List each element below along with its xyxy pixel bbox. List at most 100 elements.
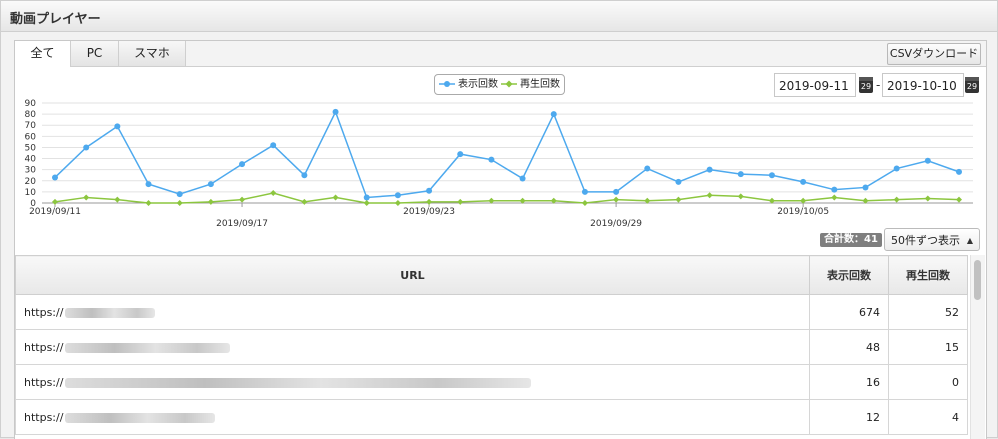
series-marker-icon: [439, 81, 455, 87]
data-point-plays: [363, 200, 370, 206]
data-point-plays: [956, 196, 962, 203]
data-point-plays: [706, 192, 713, 199]
data-point-plays: [924, 195, 931, 202]
url-text[interactable]: https://: [24, 341, 63, 354]
chart-legend: 表示回数 再生回数: [434, 74, 565, 95]
data-point-views: [301, 172, 308, 179]
views-cell: 48: [809, 329, 889, 365]
y-tick-label: 20: [25, 177, 37, 187]
redacted-url-path: [65, 307, 156, 318]
tab-pc[interactable]: PC: [71, 41, 119, 66]
url-text[interactable]: https://: [24, 306, 63, 319]
redacted-url-path: [65, 412, 216, 423]
data-point-views: [800, 178, 807, 185]
y-tick-label: 80: [25, 110, 37, 120]
y-tick-label: 50: [25, 143, 37, 153]
views-cell: 12: [809, 399, 889, 435]
data-point-views: [675, 178, 682, 185]
column-header-plays[interactable]: 再生回数: [888, 255, 968, 295]
column-header-views[interactable]: 表示回数: [809, 255, 889, 295]
data-point-views: [114, 123, 121, 130]
x-tick-label: 2019/09/29: [590, 219, 642, 227]
url-table: URL 表示回数 再生回数 https://674 52 https://48 15 h…: [15, 255, 968, 435]
data-point-plays: [176, 200, 183, 206]
legend-label-views: 表示回数: [458, 79, 498, 90]
data-point-plays: [426, 198, 433, 205]
data-point-views: [488, 156, 495, 163]
data-point-plays: [239, 196, 246, 203]
calendar-icon[interactable]: 29: [965, 77, 979, 93]
page-size-value: 50件ずつ表示: [891, 234, 960, 247]
data-point-views: [363, 194, 370, 201]
table-row[interactable]: https:// 16 0: [15, 364, 968, 400]
data-point-views: [52, 174, 58, 181]
table-row[interactable]: https:// 48 15: [15, 329, 968, 365]
page-size-select[interactable]: 50件ずつ表示 ▲: [884, 228, 980, 251]
data-point-views: [332, 108, 339, 115]
column-header-url[interactable]: URL: [15, 255, 810, 295]
calendar-icon-number: 29: [966, 82, 978, 91]
data-point-views: [426, 187, 433, 194]
data-point-plays: [332, 194, 339, 201]
data-point-views: [924, 157, 931, 164]
series-marker-icon: [501, 80, 517, 88]
plays-cell: 52: [888, 294, 968, 330]
url-cell[interactable]: https://: [15, 294, 810, 330]
data-point-plays: [737, 193, 744, 200]
data-point-views: [613, 188, 620, 195]
start-date-input[interactable]: 2019-09-11: [774, 73, 856, 97]
total-count-badge: 合計数：41: [820, 233, 882, 247]
select-arrows-icon: ▲: [966, 236, 973, 245]
x-tick-label: 2019/10/05: [777, 207, 829, 217]
url-text[interactable]: https://: [24, 376, 63, 389]
views-cell: 16: [809, 364, 889, 400]
series-line-plays: [54, 192, 960, 204]
calendar-icon[interactable]: 29: [859, 77, 873, 93]
data-point-plays: [145, 200, 152, 206]
url-cell[interactable]: https://: [15, 364, 810, 400]
data-point-plays: [831, 194, 838, 201]
video-player-panel: 動画プレイヤー 全て PC スマホ CSVダウンロード 表示回数 再生回数 20…: [0, 0, 998, 439]
data-point-plays: [83, 194, 90, 201]
y-tick-label: 70: [25, 121, 37, 131]
tab-all[interactable]: 全て: [15, 41, 71, 67]
date-separator: -: [876, 78, 881, 92]
report-content: 全て PC スマホ CSVダウンロード 表示回数 再生回数 2019-09-11…: [14, 40, 987, 439]
data-point-views: [956, 168, 962, 175]
data-point-views: [768, 172, 775, 179]
table-row[interactable]: https:// 674 52: [15, 294, 968, 330]
device-tab-bar: 全て PC スマホ CSVダウンロード: [15, 41, 986, 67]
data-point-views: [457, 151, 464, 158]
y-tick-label: 60: [25, 132, 37, 142]
csv-download-button[interactable]: CSVダウンロード: [887, 43, 981, 65]
tab-smartphone[interactable]: スマホ: [119, 41, 186, 66]
data-point-views: [831, 186, 838, 193]
scrollbar-thumb[interactable]: [974, 260, 981, 300]
plays-cell: 0: [888, 364, 968, 400]
x-tick-label: 2019/09/11: [29, 207, 81, 217]
data-point-plays: [207, 198, 214, 205]
url-cell[interactable]: https://: [15, 329, 810, 365]
data-point-views: [270, 142, 277, 149]
url-cell[interactable]: https://: [15, 399, 810, 435]
data-point-plays: [893, 196, 900, 203]
data-point-plays: [301, 198, 308, 205]
data-point-views: [176, 191, 183, 198]
y-tick-label: 10: [25, 188, 37, 198]
data-point-views: [394, 192, 401, 199]
table-row[interactable]: https:// 12 4: [15, 399, 968, 435]
data-point-plays: [457, 198, 464, 205]
x-tick-label: 2019/09/17: [216, 219, 268, 227]
data-point-views: [519, 175, 526, 182]
end-date-input[interactable]: 2019-10-10: [882, 73, 964, 97]
data-point-plays: [675, 196, 682, 203]
data-point-views: [83, 144, 90, 151]
data-point-plays: [52, 198, 58, 205]
url-text[interactable]: https://: [24, 411, 63, 424]
table-scrollbar[interactable]: [970, 255, 985, 439]
views-cell: 674: [809, 294, 889, 330]
y-tick-label: 30: [25, 166, 37, 176]
data-point-views: [862, 184, 869, 191]
table-header-row: URL 表示回数 再生回数: [15, 255, 968, 295]
data-point-plays: [114, 196, 121, 203]
